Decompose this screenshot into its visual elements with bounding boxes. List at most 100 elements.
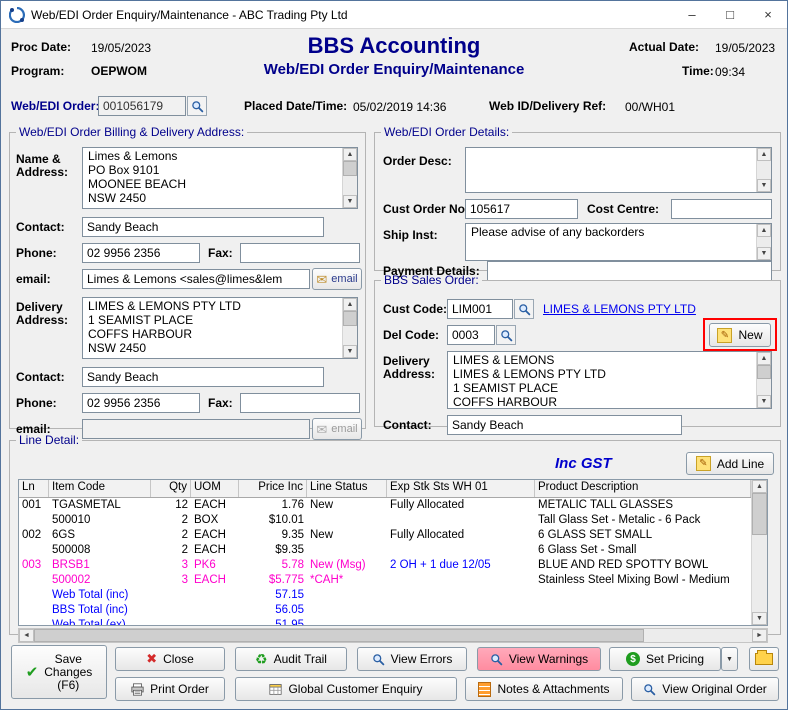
cell-qty: 3: [151, 573, 191, 588]
cost-centre-input[interactable]: [671, 199, 772, 219]
bbs-sales-order-title: BBS Sales Order:: [381, 273, 482, 287]
save-changes-button[interactable]: ✔ Save Changes (F6): [11, 645, 107, 699]
order-details-group: Web/EDI Order Details: Order Desc: ▲ ▼ C…: [374, 125, 781, 271]
billing-phone-input[interactable]: 02 9956 2356: [82, 243, 200, 263]
close-button[interactable]: ✖ Close: [115, 647, 225, 671]
placed-date-value: 05/02/2019 14:36: [353, 100, 446, 114]
dollar-icon: $: [626, 652, 640, 666]
scrollbar[interactable]: ▲ ▼: [342, 148, 357, 208]
time-label: Time:: [682, 65, 714, 78]
scroll-up-icon[interactable]: ▲: [757, 224, 771, 237]
column-header[interactable]: Line Status: [307, 480, 387, 497]
delivery-address-label: Delivery Address:: [16, 301, 76, 327]
contact-label: Contact:: [383, 419, 432, 432]
delivery-fax-input[interactable]: [240, 393, 360, 413]
maximize-button[interactable]: □: [711, 1, 749, 28]
billing-fax-input[interactable]: [240, 243, 360, 263]
scroll-down-icon[interactable]: ▼: [757, 395, 771, 408]
line-row[interactable]: 0026GS2EACH9.35NewFully Allocated6 GLASS…: [19, 528, 751, 543]
cell-ln: [19, 573, 49, 588]
column-header[interactable]: Product Description: [535, 480, 751, 497]
del-code-search-button[interactable]: [496, 325, 516, 345]
minimize-button[interactable]: –: [673, 1, 711, 28]
email-button[interactable]: ✉ email: [312, 268, 362, 290]
scroll-down-icon[interactable]: ▼: [343, 345, 357, 358]
delivery-address-value[interactable]: LIMES & LEMONS PTY LTD 1 SEAMIST PLACE C…: [83, 298, 342, 358]
view-original-order-button[interactable]: View Original Order: [631, 677, 779, 701]
scrollbar[interactable]: ▲ ▼: [756, 148, 771, 192]
scrollbar[interactable]: ▲ ▼: [756, 352, 771, 408]
column-header[interactable]: Item Code: [49, 480, 151, 497]
cell-desc: METALIC TALL GLASSES: [535, 498, 751, 513]
scroll-left-icon[interactable]: ◄: [19, 629, 34, 642]
scrollbar[interactable]: ▲ ▼: [756, 224, 771, 260]
del-code-input[interactable]: 0003: [447, 325, 495, 345]
folder-button[interactable]: [749, 647, 779, 671]
cust-order-no-input[interactable]: 105617: [465, 199, 578, 219]
view-errors-button[interactable]: View Errors: [357, 647, 467, 671]
cell-desc: 6 GLASS SET SMALL: [535, 528, 751, 543]
billing-email-input[interactable]: Limes & Lemons <sales@limes&lem: [82, 269, 310, 289]
cell-item: 500010: [49, 513, 151, 528]
line-detail-group: Line Detail: Inc GST ✎ Add Line LnItem C…: [9, 433, 781, 635]
webedi-order-input[interactable]: 001056179: [98, 96, 186, 116]
line-row[interactable]: 5000023EACH$5.775*CAH*Stainless Steel Mi…: [19, 573, 751, 588]
cell-status: *CAH*: [307, 573, 387, 588]
cust-code-search-button[interactable]: [514, 299, 534, 319]
scroll-up-icon[interactable]: ▲: [343, 148, 357, 161]
table-vertical-scrollbar[interactable]: ▲ ▼: [751, 480, 767, 625]
view-warnings-button[interactable]: View Warnings: [477, 647, 601, 671]
line-row[interactable]: 003BRSB13PK65.78New (Msg)2 OH + 1 due 12…: [19, 558, 751, 573]
line-row[interactable]: 5000102BOX$10.01Tall Glass Set - Metalic…: [19, 513, 751, 528]
column-header[interactable]: Qty: [151, 480, 191, 497]
close-window-button[interactable]: ×: [749, 1, 787, 28]
line-row[interactable]: 001TGASMETAL12EACH1.76NewFully Allocated…: [19, 498, 751, 513]
print-order-button[interactable]: Print Order: [115, 677, 225, 701]
notes-attachments-button[interactable]: Notes & Attachments: [465, 677, 623, 701]
cell-price: $10.01: [239, 513, 307, 528]
ship-inst-value[interactable]: Please advise of any backorders: [466, 224, 756, 260]
customer-link[interactable]: LIMES & LEMONS PTY LTD: [543, 302, 696, 316]
cell-price: $5.775: [239, 573, 307, 588]
global-customer-enquiry-button[interactable]: Global Customer Enquiry: [235, 677, 457, 701]
bbs-contact-input[interactable]: Sandy Beach: [447, 415, 682, 435]
total-row: BBS Total (inc)56.05: [19, 603, 751, 618]
scroll-down-icon[interactable]: ▼: [757, 247, 771, 260]
fax-label: Fax:: [208, 247, 233, 260]
notes-attachments-label: Notes & Attachments: [497, 682, 609, 696]
scroll-down-icon[interactable]: ▼: [752, 612, 767, 625]
scroll-right-icon[interactable]: ►: [752, 629, 767, 642]
column-header[interactable]: Exp Stk Sts WH 01: [387, 480, 535, 497]
screen-title: Web/EDI Order Enquiry/Maintenance: [1, 61, 787, 78]
cell-desc: Stainless Steel Mixing Bowl - Medium: [535, 573, 751, 588]
column-header[interactable]: Price Inc: [239, 480, 307, 497]
inc-gst-label: Inc GST: [555, 455, 612, 472]
column-header[interactable]: Ln: [19, 480, 49, 497]
audit-trail-button[interactable]: ♻ Audit Trail: [235, 647, 347, 671]
add-line-button[interactable]: ✎ Add Line: [686, 452, 774, 475]
scroll-up-icon[interactable]: ▲: [752, 480, 767, 493]
scroll-up-icon[interactable]: ▲: [757, 148, 771, 161]
order-search-button[interactable]: [187, 96, 207, 116]
bbs-delivery-address-value[interactable]: LIMES & LEMONS LIMES & LEMONS PTY LTD 1 …: [448, 352, 756, 408]
scroll-down-icon[interactable]: ▼: [343, 195, 357, 208]
column-header[interactable]: UOM: [191, 480, 239, 497]
check-icon: ✔: [26, 663, 39, 681]
scroll-down-icon[interactable]: ▼: [757, 179, 771, 192]
line-row[interactable]: 5000082EACH$9.356 Glass Set - Small: [19, 543, 751, 558]
cell-price: 9.35: [239, 528, 307, 543]
delivery-contact-input[interactable]: Sandy Beach: [82, 367, 324, 387]
order-desc-value[interactable]: [466, 148, 756, 192]
scroll-up-icon[interactable]: ▲: [757, 352, 771, 365]
scrollbar[interactable]: ▲ ▼: [342, 298, 357, 358]
cust-code-input[interactable]: LIM001: [447, 299, 513, 319]
delivery-phone-input[interactable]: 02 9956 2356: [82, 393, 200, 413]
set-pricing-button[interactable]: $ Set Pricing: [609, 647, 721, 671]
billing-contact-input[interactable]: Sandy Beach: [82, 217, 324, 237]
set-pricing-dropdown-button[interactable]: ▼: [721, 647, 738, 671]
name-address-value[interactable]: Limes & Lemons PO Box 9101 MOONEE BEACH …: [83, 148, 342, 208]
total-value: 51.95: [151, 618, 307, 625]
scroll-up-icon[interactable]: ▲: [343, 298, 357, 311]
new-button[interactable]: ✎ New: [709, 323, 771, 347]
table-horizontal-scrollbar[interactable]: ◄ ►: [18, 628, 768, 643]
